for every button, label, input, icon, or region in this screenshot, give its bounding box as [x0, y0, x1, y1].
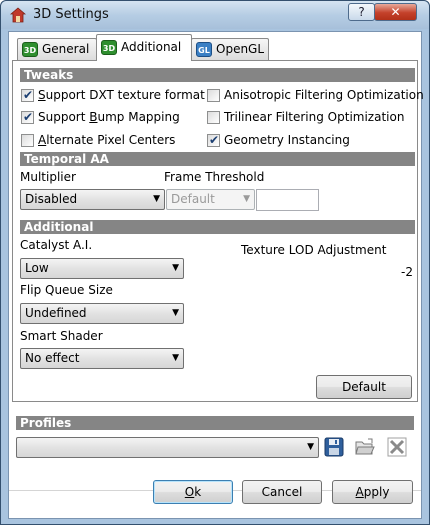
3d-icon: 3D — [22, 42, 38, 57]
checkbox-box[interactable]: ✔ — [207, 133, 220, 147]
chevron-down-icon: ▼ — [307, 442, 314, 452]
chevron-down-icon: ▼ — [243, 194, 250, 204]
help-button[interactable]: ? — [348, 3, 375, 21]
chevron-down-icon: ▼ — [172, 308, 179, 318]
tab-additional[interactable]: 3D Additional — [96, 34, 192, 61]
frame-threshold-input[interactable] — [256, 189, 319, 211]
app-icon — [10, 7, 26, 23]
tab-general[interactable]: 3D General — [17, 38, 97, 60]
checkbox-label: Geometry Instancing — [224, 133, 350, 147]
delete-icon[interactable] — [386, 436, 408, 458]
checkbox-label: Support DXT texture format — [38, 88, 205, 102]
checkbox-box[interactable]: ✔ — [21, 110, 34, 124]
3d-icon: 3D — [101, 40, 117, 55]
close-button[interactable]: ✕ — [374, 3, 417, 21]
frame-threshold-label: Frame Threshold — [164, 170, 265, 184]
save-icon[interactable] — [323, 436, 345, 458]
tab-opengl-label: OpenGL — [216, 42, 265, 56]
checkbox-box[interactable] — [207, 89, 220, 102]
smart-shader-dropdown[interactable]: No effect ▼ — [20, 348, 184, 369]
chevron-down-icon: ▼ — [153, 194, 160, 204]
frame-threshold-dropdown[interactable]: Default ▼ — [166, 189, 255, 210]
checkbox-label: Anisotropic Filtering Optimization — [224, 88, 424, 102]
flip-queue-dropdown[interactable]: Undefined ▼ — [20, 303, 184, 324]
flip-queue-value: Undefined — [25, 306, 87, 320]
profiles-heading: Profiles — [16, 416, 414, 430]
checkbox-label: Support Bump Mapping — [38, 110, 180, 124]
additional-panel: Tweaks ✔ Support DXT texture format ✔ Su… — [12, 60, 424, 402]
smart-shader-value: No effect — [25, 351, 80, 365]
settings-window: 3D Settings ? ✕ 3D General 3D Additional… — [0, 0, 430, 525]
gl-icon: GL — [196, 42, 212, 57]
tab-additional-label: Additional — [121, 40, 182, 54]
chevron-down-icon: ▼ — [172, 263, 179, 273]
catalyst-ai-value: Low — [25, 261, 49, 275]
checkbox-box[interactable] — [207, 111, 220, 124]
apply-button[interactable]: Apply — [332, 480, 413, 504]
multiplier-dropdown[interactable]: Disabled ▼ — [20, 189, 165, 210]
texture-lod-label: Texture LOD Adjustment — [241, 243, 387, 257]
chevron-down-icon: ▼ — [172, 353, 179, 363]
window-title: 3D Settings — [33, 7, 109, 22]
open-folder-icon[interactable] — [354, 436, 376, 458]
check-icon: ✔ — [23, 110, 34, 124]
profiles-dropdown[interactable]: ▼ — [16, 437, 319, 458]
smart-shader-label: Smart Shader — [20, 329, 103, 343]
catalyst-ai-dropdown[interactable]: Low ▼ — [20, 258, 184, 279]
flip-queue-label: Flip Queue Size — [20, 283, 113, 297]
additional-heading: Additional — [20, 220, 415, 234]
checkbox-label: Trilinear Filtering Optimization — [224, 110, 405, 124]
texture-lod-value: -2 — [401, 265, 413, 279]
checkbox-label: Alternate Pixel Centers — [38, 133, 176, 147]
multiplier-label: Multiplier — [20, 170, 76, 184]
tab-opengl[interactable]: GL OpenGL — [191, 38, 269, 60]
tweaks-heading: Tweaks — [20, 68, 415, 82]
checkbox-box[interactable]: ✔ — [21, 88, 34, 102]
multiplier-value: Disabled — [25, 192, 78, 206]
default-button[interactable]: Default — [316, 375, 412, 399]
dialog-client: 3D General 3D Additional GL OpenGL Tweak… — [8, 31, 424, 519]
cancel-button[interactable]: Cancel — [242, 480, 322, 504]
catalyst-ai-label: Catalyst A.I. — [20, 238, 93, 252]
frame-threshold-value: Default — [171, 192, 215, 206]
ok-button[interactable]: Ok — [153, 480, 233, 504]
checkbox-box[interactable] — [21, 134, 34, 147]
temporal-aa-heading: Temporal AA — [20, 152, 415, 166]
tab-general-label: General — [42, 42, 90, 56]
title-bar[interactable]: 3D Settings ? ✕ — [1, 1, 429, 29]
check-icon: ✔ — [23, 88, 34, 102]
check-icon: ✔ — [209, 133, 220, 147]
